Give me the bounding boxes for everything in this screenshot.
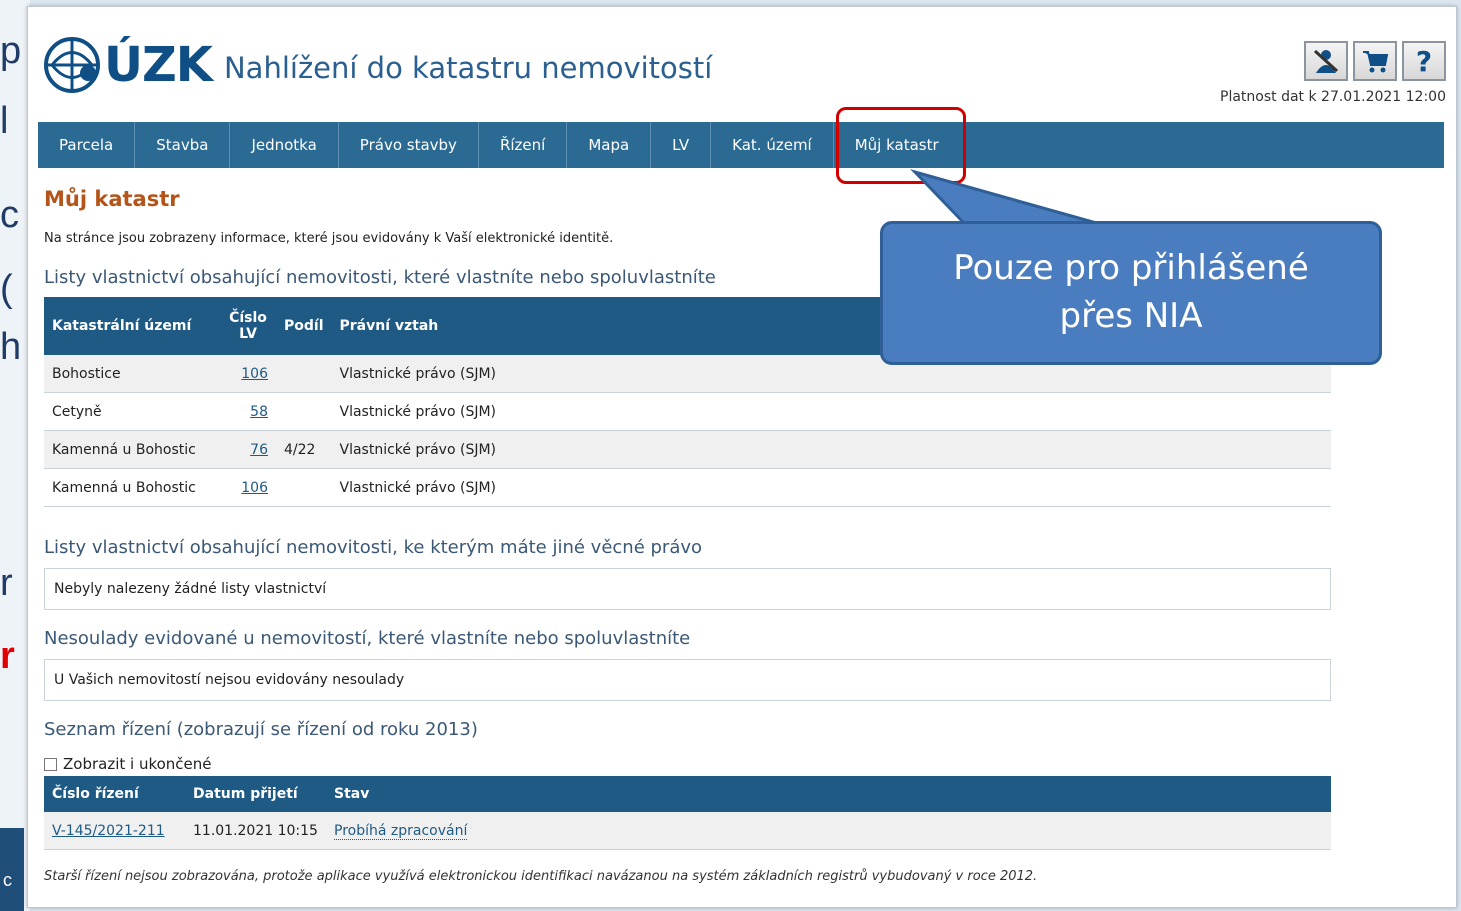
show-finished-checkbox[interactable]	[44, 757, 57, 771]
table-row: V-145/2021-211 11.01.2021 10:15 Probíhá …	[44, 812, 1331, 850]
proceeding-link[interactable]: V-145/2021-211	[52, 823, 165, 839]
cell-lv: 58	[220, 392, 276, 431]
nav-item-jednotka[interactable]: Jednotka	[230, 122, 339, 168]
cell-lv: 106	[220, 468, 276, 507]
discrepancies-message: U Vašich nemovitostí nejsou evidovány ne…	[44, 659, 1331, 701]
nav-item-lv[interactable]: LV	[651, 122, 712, 168]
cell-ku: Kamenná u Bohostic	[44, 430, 220, 469]
column-header-stav: Stav	[326, 776, 1331, 812]
column-header-cislo-rizeni: Číslo řízení	[44, 776, 185, 812]
cell-ku: Bohostice	[44, 355, 220, 393]
column-header-datum-prijeti: Datum přijetí	[185, 776, 326, 812]
header-toolbar: ?	[1304, 41, 1446, 81]
slide-text-fragment: c	[0, 194, 19, 236]
section-heading-other-rights: Listy vlastnictví obsahující nemovitosti…	[44, 537, 703, 558]
show-finished-label: Zobrazit i ukončené	[63, 755, 212, 773]
login-button[interactable]	[1304, 41, 1348, 81]
cell-cislo-rizeni: V-145/2021-211	[44, 812, 185, 850]
app-title: Nahlížení do katastru nemovitostí	[223, 51, 713, 85]
main-nav: Parcela Stavba Jednotka Právo stavby Říz…	[38, 122, 1444, 168]
callout-line-1: Pouze pro přihlášené	[953, 248, 1309, 289]
highlight-frame	[836, 107, 966, 184]
nav-item-parcela[interactable]: Parcela	[38, 122, 136, 168]
cell-ku: Kamenná u Bohostic	[44, 468, 220, 507]
cart-button[interactable]	[1353, 41, 1397, 81]
column-header-ku: Katastrální území	[44, 297, 220, 355]
cell-vztah: Vlastnické právo (SJM)	[331, 392, 1331, 431]
cell-lv: 76	[220, 430, 276, 469]
cart-icon	[1363, 51, 1389, 73]
table-row: Kamenná u Bohostic 106 Vlastnické právo …	[44, 468, 1331, 507]
cell-lv: 106	[220, 355, 276, 393]
section-heading-discrepancies: Nesoulady evidované u nemovitostí, které…	[44, 628, 691, 649]
nav-item-kat-uzemi[interactable]: Kat. území	[711, 122, 834, 168]
callout-line-2: přes NIA	[1059, 296, 1203, 336]
cell-ku: Cetyně	[44, 392, 220, 431]
lv-link[interactable]: 106	[241, 366, 268, 382]
browser-page: ÚZK Nahlížení do katastru nemovitostí ?	[27, 6, 1457, 908]
status-link[interactable]: Probíhá zpracování	[334, 822, 468, 840]
cell-stav: Probíhá zpracování	[326, 812, 1331, 850]
nav-item-rizeni[interactable]: Řízení	[479, 122, 568, 168]
nav-item-stavba[interactable]: Stavba	[135, 122, 231, 168]
cell-podil: 4/22	[276, 430, 332, 469]
help-button[interactable]: ?	[1402, 41, 1446, 81]
table-row: Kamenná u Bohostic 76 4/22 Vlastnické pr…	[44, 430, 1331, 469]
show-finished-toggle[interactable]: Zobrazit i ukončené	[44, 755, 212, 773]
slide-text-fragment: h	[0, 326, 22, 368]
cell-podil	[276, 355, 332, 393]
column-header-podil: Podíl	[276, 297, 332, 355]
page-title: Můj katastr	[44, 187, 180, 211]
slide-text-fragment: r	[0, 635, 15, 677]
cell-datum: 11.01.2021 10:15	[185, 812, 326, 850]
cell-podil	[276, 468, 332, 507]
section-heading-owned: Listy vlastnictví obsahující nemovitosti…	[44, 267, 716, 288]
lv-link[interactable]: 76	[250, 442, 268, 458]
callout-bubble: Pouze pro přihlášené přes NIA	[880, 221, 1382, 365]
nav-item-pravo-stavby[interactable]: Právo stavby	[339, 122, 479, 168]
lv-link[interactable]: 58	[250, 404, 268, 420]
slide-text-fragment: l	[0, 100, 9, 142]
table-row: Cetyně 58 Vlastnické právo (SJM)	[44, 392, 1331, 431]
help-icon: ?	[1415, 44, 1433, 78]
cuzk-logo[interactable]: ÚZK Nahlížení do katastru nemovitostí	[42, 35, 712, 95]
person-icon	[1313, 49, 1339, 73]
proceedings-table: Číslo řízení Datum přijetí Stav V-145/20…	[44, 776, 1331, 850]
nav-item-mapa[interactable]: Mapa	[567, 122, 652, 168]
slide-text-fragment: r	[0, 562, 13, 604]
data-validity: Platnost dat k 27.01.2021 12:00	[1220, 89, 1446, 105]
other-rights-message: Nebyly nalezeny žádné listy vlastnictví	[44, 568, 1331, 610]
cell-vztah: Vlastnické právo (SJM)	[331, 468, 1331, 507]
cell-podil	[276, 392, 332, 431]
section-heading-proceedings: Seznam řízení (zobrazují se řízení od ro…	[44, 719, 478, 740]
logo-text: ÚZK	[104, 37, 213, 93]
footnote: Starší řízení nejsou zobrazována, protož…	[44, 869, 1038, 884]
column-header-lv: Číslo LV	[220, 297, 276, 355]
slide-text-fragment: p	[0, 30, 22, 72]
site-header: ÚZK Nahlížení do katastru nemovitostí ?	[28, 7, 1456, 122]
lv-link[interactable]: 106	[241, 480, 268, 496]
slide-text-fragment: (	[0, 268, 13, 310]
cuzk-emblem-icon	[44, 37, 100, 93]
cell-vztah: Vlastnické právo (SJM)	[331, 430, 1331, 469]
slide-footer-bar: c	[0, 828, 24, 911]
intro-text: Na stránce jsou zobrazeny informace, kte…	[44, 231, 614, 246]
